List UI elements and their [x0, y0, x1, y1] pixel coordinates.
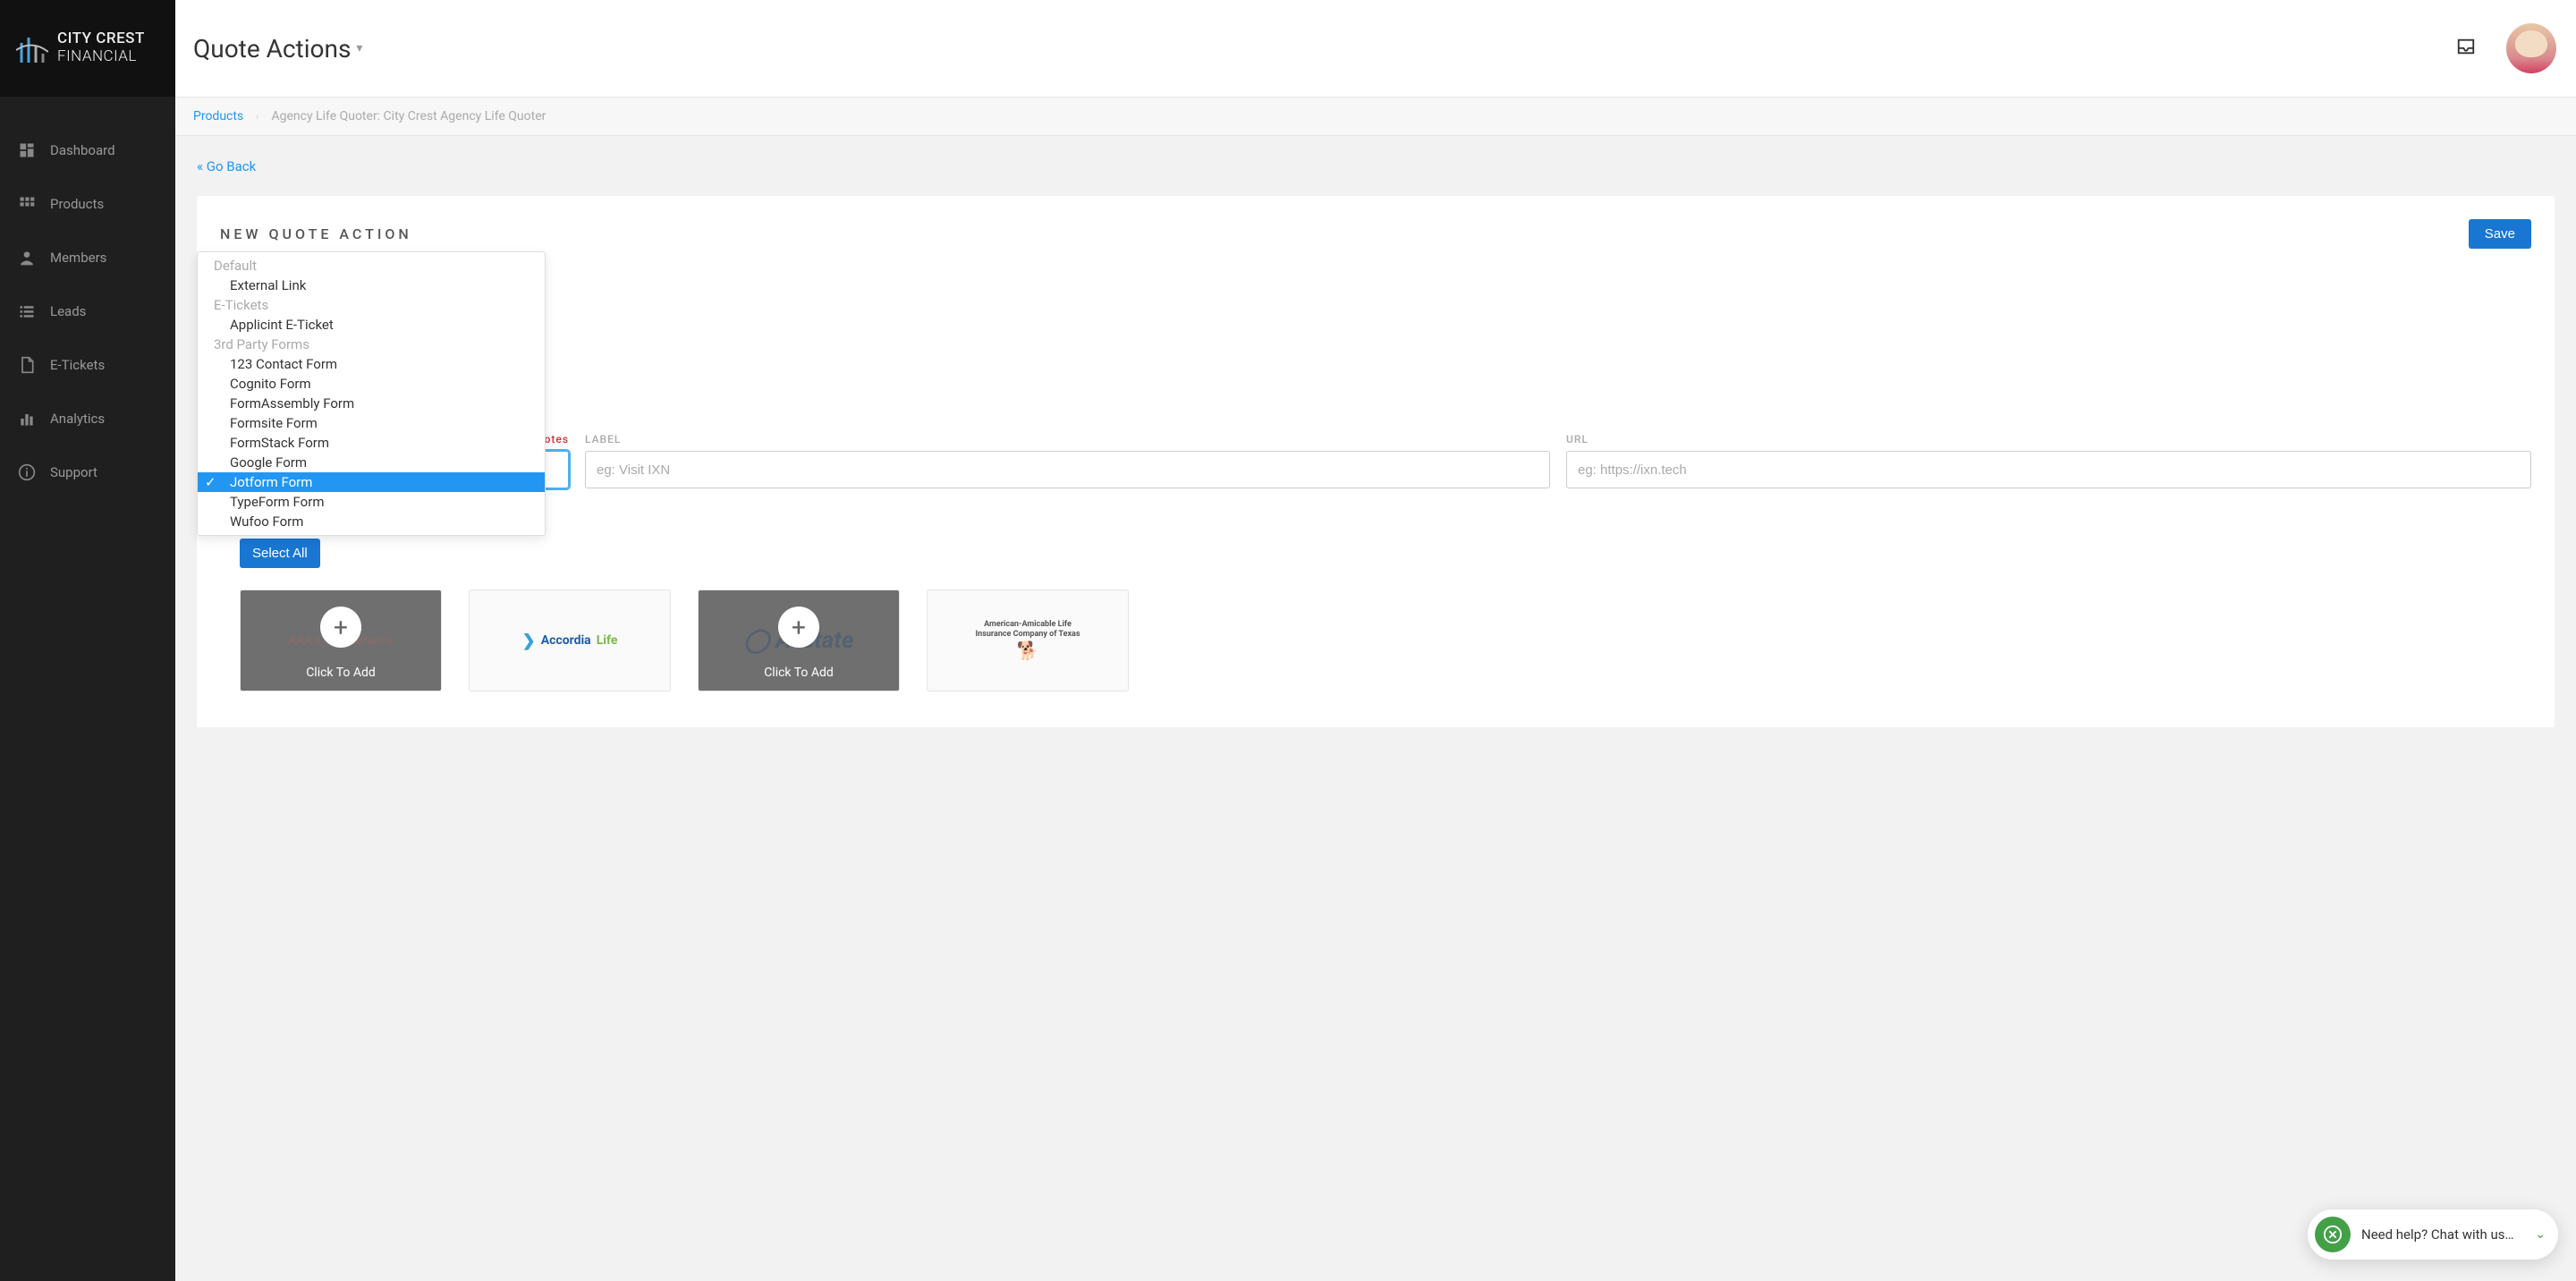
- chevron-right-icon: ›: [256, 111, 258, 123]
- sidebar-item-products[interactable]: Products: [0, 177, 175, 231]
- sidebar-item-label: Dashboard: [50, 142, 115, 158]
- nav-list: Dashboard Products Members Leads E-Ticke…: [0, 97, 175, 499]
- carrier-tile-aaa[interactable]: AAA Life Insurance + Click To Add: [240, 590, 442, 691]
- url-field-label: URL: [1566, 433, 2531, 445]
- dropdown-group-label: E-Tickets: [198, 295, 545, 315]
- sidebar-item-analytics[interactable]: Analytics: [0, 392, 175, 445]
- sidebar: CITY CREST FINANCIAL Dashboard Products …: [0, 0, 175, 1281]
- dropdown-item[interactable]: Cognito Form: [198, 374, 545, 394]
- dropdown-item[interactable]: Applicint E-Ticket: [198, 315, 545, 335]
- sidebar-item-label: E-Tickets: [50, 357, 105, 373]
- chevron-down-icon: ▾: [356, 41, 362, 55]
- person-icon: [18, 249, 36, 267]
- breadcrumb-link-products[interactable]: Products: [193, 109, 243, 123]
- sidebar-item-members[interactable]: Members: [0, 231, 175, 284]
- user-avatar[interactable]: [2506, 23, 2556, 73]
- page-title: Quote Actions: [193, 34, 351, 64]
- sidebar-item-label: Members: [50, 250, 106, 266]
- check-icon: ✓: [205, 474, 216, 490]
- dropdown-item[interactable]: Google Form: [198, 453, 545, 472]
- sidebar-item-label: Leads: [50, 303, 86, 319]
- sidebar-item-label: Products: [50, 196, 104, 212]
- list-icon: [18, 302, 36, 320]
- breadcrumb-current: Agency Life Quoter: City Crest Agency Li…: [271, 109, 546, 123]
- sidebar-item-dashboard[interactable]: Dashboard: [0, 123, 175, 177]
- inbox-button[interactable]: [2456, 37, 2496, 60]
- sidebar-item-support[interactable]: Support: [0, 445, 175, 499]
- file-icon: [18, 356, 36, 374]
- chevron-down-icon: ⌄: [2535, 1227, 2546, 1242]
- chat-text: Need help? Chat with us…: [2361, 1226, 2524, 1243]
- inbox-icon: [2456, 37, 2476, 56]
- select-all-button[interactable]: Select All: [240, 539, 320, 568]
- save-button[interactable]: Save: [2469, 219, 2531, 249]
- click-to-add-label: Click To Add: [764, 666, 834, 680]
- grid-icon: [18, 195, 36, 213]
- chat-avatar-icon: [2315, 1217, 2351, 1252]
- click-to-add-label: Click To Add: [306, 666, 376, 680]
- dropdown-group-label: Default: [198, 256, 545, 276]
- dropdown-item[interactable]: Formsite Form: [198, 413, 545, 433]
- url-input[interactable]: [1566, 451, 2531, 488]
- breadcrumb: Products › Agency Life Quoter: City Cres…: [175, 97, 2576, 136]
- dropdown-item[interactable]: Wufoo Form: [198, 512, 545, 531]
- plus-icon: +: [320, 607, 361, 648]
- dropdown-item[interactable]: FormStack Form: [198, 433, 545, 453]
- brand-icon: [16, 30, 48, 66]
- carrier-tile-amicable[interactable]: American-Amicable LifeInsurance Company …: [927, 590, 1129, 691]
- label-field-label: LABEL: [585, 433, 1550, 445]
- plus-icon: +: [778, 607, 819, 648]
- sidebar-item-label: Support: [50, 464, 97, 480]
- page-title-dropdown[interactable]: Quote Actions ▾: [193, 34, 362, 64]
- info-icon: [18, 463, 36, 481]
- sidebar-item-leads[interactable]: Leads: [0, 284, 175, 338]
- sidebar-item-label: Analytics: [50, 411, 105, 427]
- dropdown-item[interactable]: FormAssembly Form: [198, 394, 545, 413]
- carrier-tile-allstate[interactable]: ◯ Allstate + Click To Add: [698, 590, 900, 691]
- dropdown-item[interactable]: ✓Jotform Form: [198, 472, 545, 492]
- dropdown-item[interactable]: TypeForm Form: [198, 492, 545, 512]
- label-input[interactable]: [585, 451, 1550, 488]
- quote-action-card: NEW QUOTE ACTION Save DefaultExternal Li…: [197, 196, 2555, 727]
- topbar: Quote Actions ▾: [175, 0, 2576, 97]
- brand-text: CITY CREST FINANCIAL: [57, 30, 145, 65]
- carrier-grid: AAA Life Insurance + Click To Add ❯ Acco…: [220, 590, 2531, 691]
- go-back-link[interactable]: « Go Back: [197, 158, 256, 174]
- sidebar-item-etickets[interactable]: E-Tickets: [0, 338, 175, 392]
- action-type-dropdown[interactable]: DefaultExternal LinkE-TicketsApplicint E…: [197, 251, 546, 536]
- dropdown-item[interactable]: 123 Contact Form: [198, 354, 545, 374]
- bars-icon: [18, 410, 36, 428]
- dropdown-group-label: 3rd Party Forms: [198, 335, 545, 354]
- chat-widget[interactable]: Need help? Chat with us… ⌄: [2308, 1209, 2558, 1260]
- dropdown-item[interactable]: External Link: [198, 276, 545, 295]
- brand-logo: CITY CREST FINANCIAL: [0, 0, 175, 97]
- card-title: NEW QUOTE ACTION: [220, 225, 412, 242]
- carrier-tile-accordia[interactable]: ❯ AccordiaLife: [469, 590, 671, 691]
- dashboard-icon: [18, 141, 36, 159]
